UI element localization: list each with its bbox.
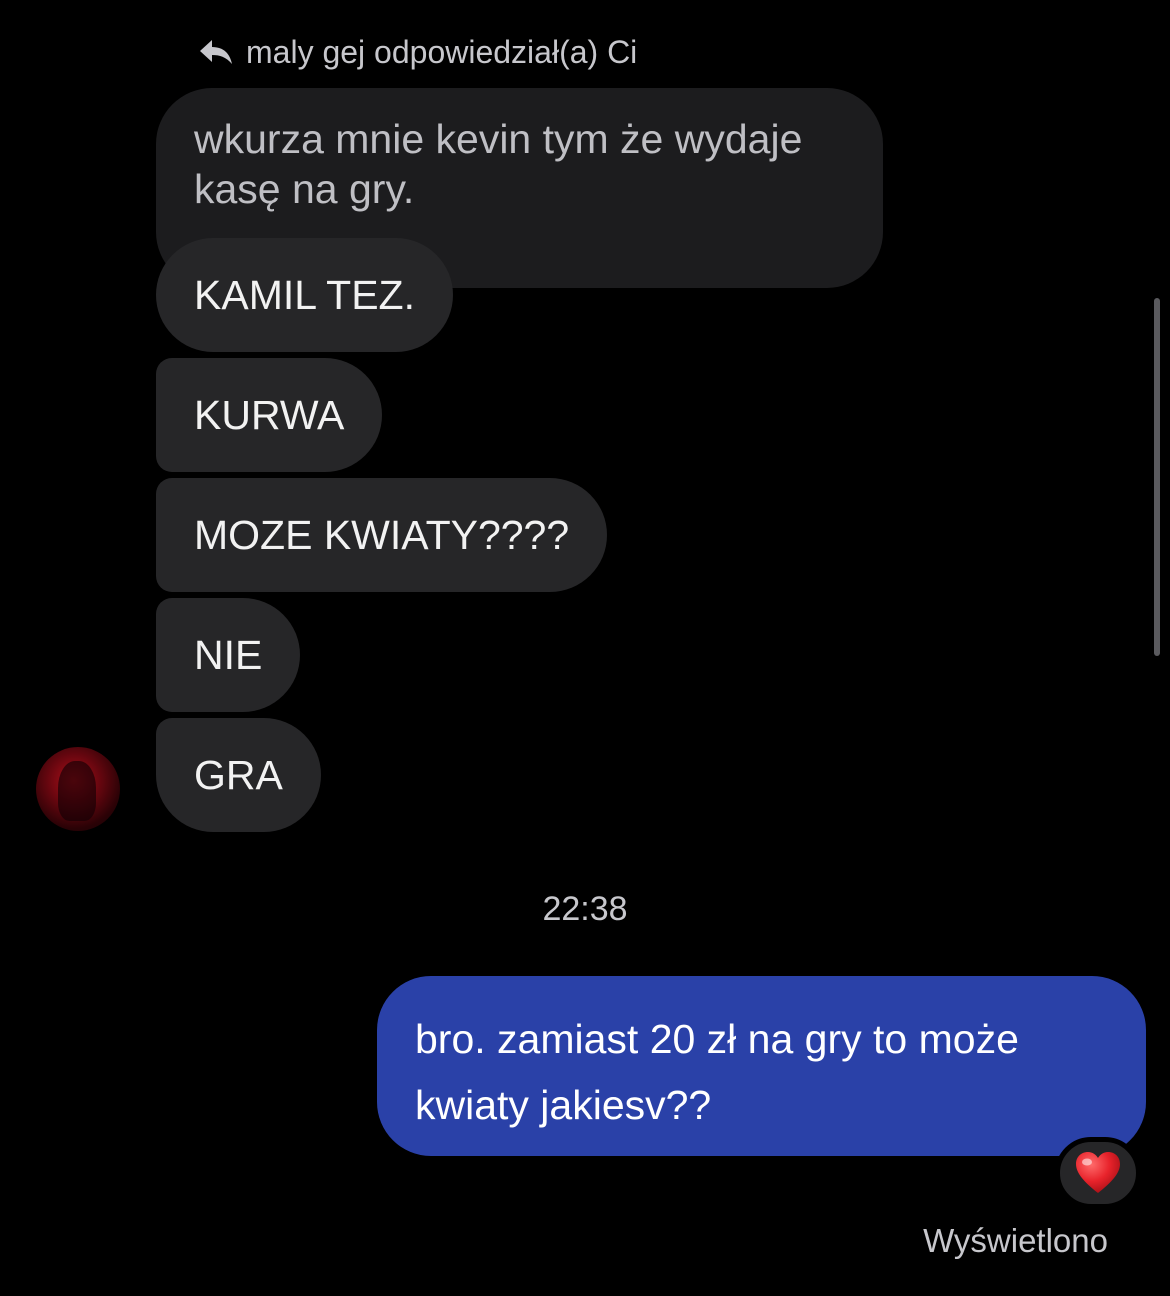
reply-indicator: maly gej odpowiedział(a) Ci (198, 30, 637, 74)
message-bubble[interactable]: NIE (156, 598, 301, 712)
message-text: KURWA (194, 391, 345, 438)
scrollbar[interactable] (1154, 298, 1160, 656)
message-bubble[interactable]: GRA (156, 718, 321, 832)
reply-arrow-icon (200, 40, 232, 64)
reaction-badge[interactable] (1055, 1137, 1141, 1209)
outgoing-message-text: bro. zamiast 20 zł na gry to może kwiaty… (415, 1016, 1019, 1128)
message-text: GRA (194, 751, 283, 798)
message-bubble[interactable]: KAMIL TEZ. (156, 238, 453, 352)
quoted-message-text: wkurza mnie kevin tym że wydaje kasę na … (194, 116, 803, 212)
message-text: NIE (194, 631, 263, 678)
message-timestamp: 22:38 (542, 890, 628, 928)
message-text: MOZE KWIATY???? (194, 511, 570, 558)
outgoing-message-bubble[interactable]: bro. zamiast 20 zł na gry to może kwiaty… (377, 976, 1146, 1156)
reply-indicator-label: maly gej odpowiedział(a) Ci (246, 33, 638, 70)
sender-avatar[interactable] (36, 747, 120, 831)
heart-icon (1076, 1152, 1120, 1193)
message-text: KAMIL TEZ. (194, 271, 415, 318)
message-bubble[interactable]: MOZE KWIATY???? (156, 478, 608, 592)
seen-status: Wyświetlono (923, 1222, 1108, 1259)
message-bubble[interactable]: KURWA (156, 358, 383, 472)
